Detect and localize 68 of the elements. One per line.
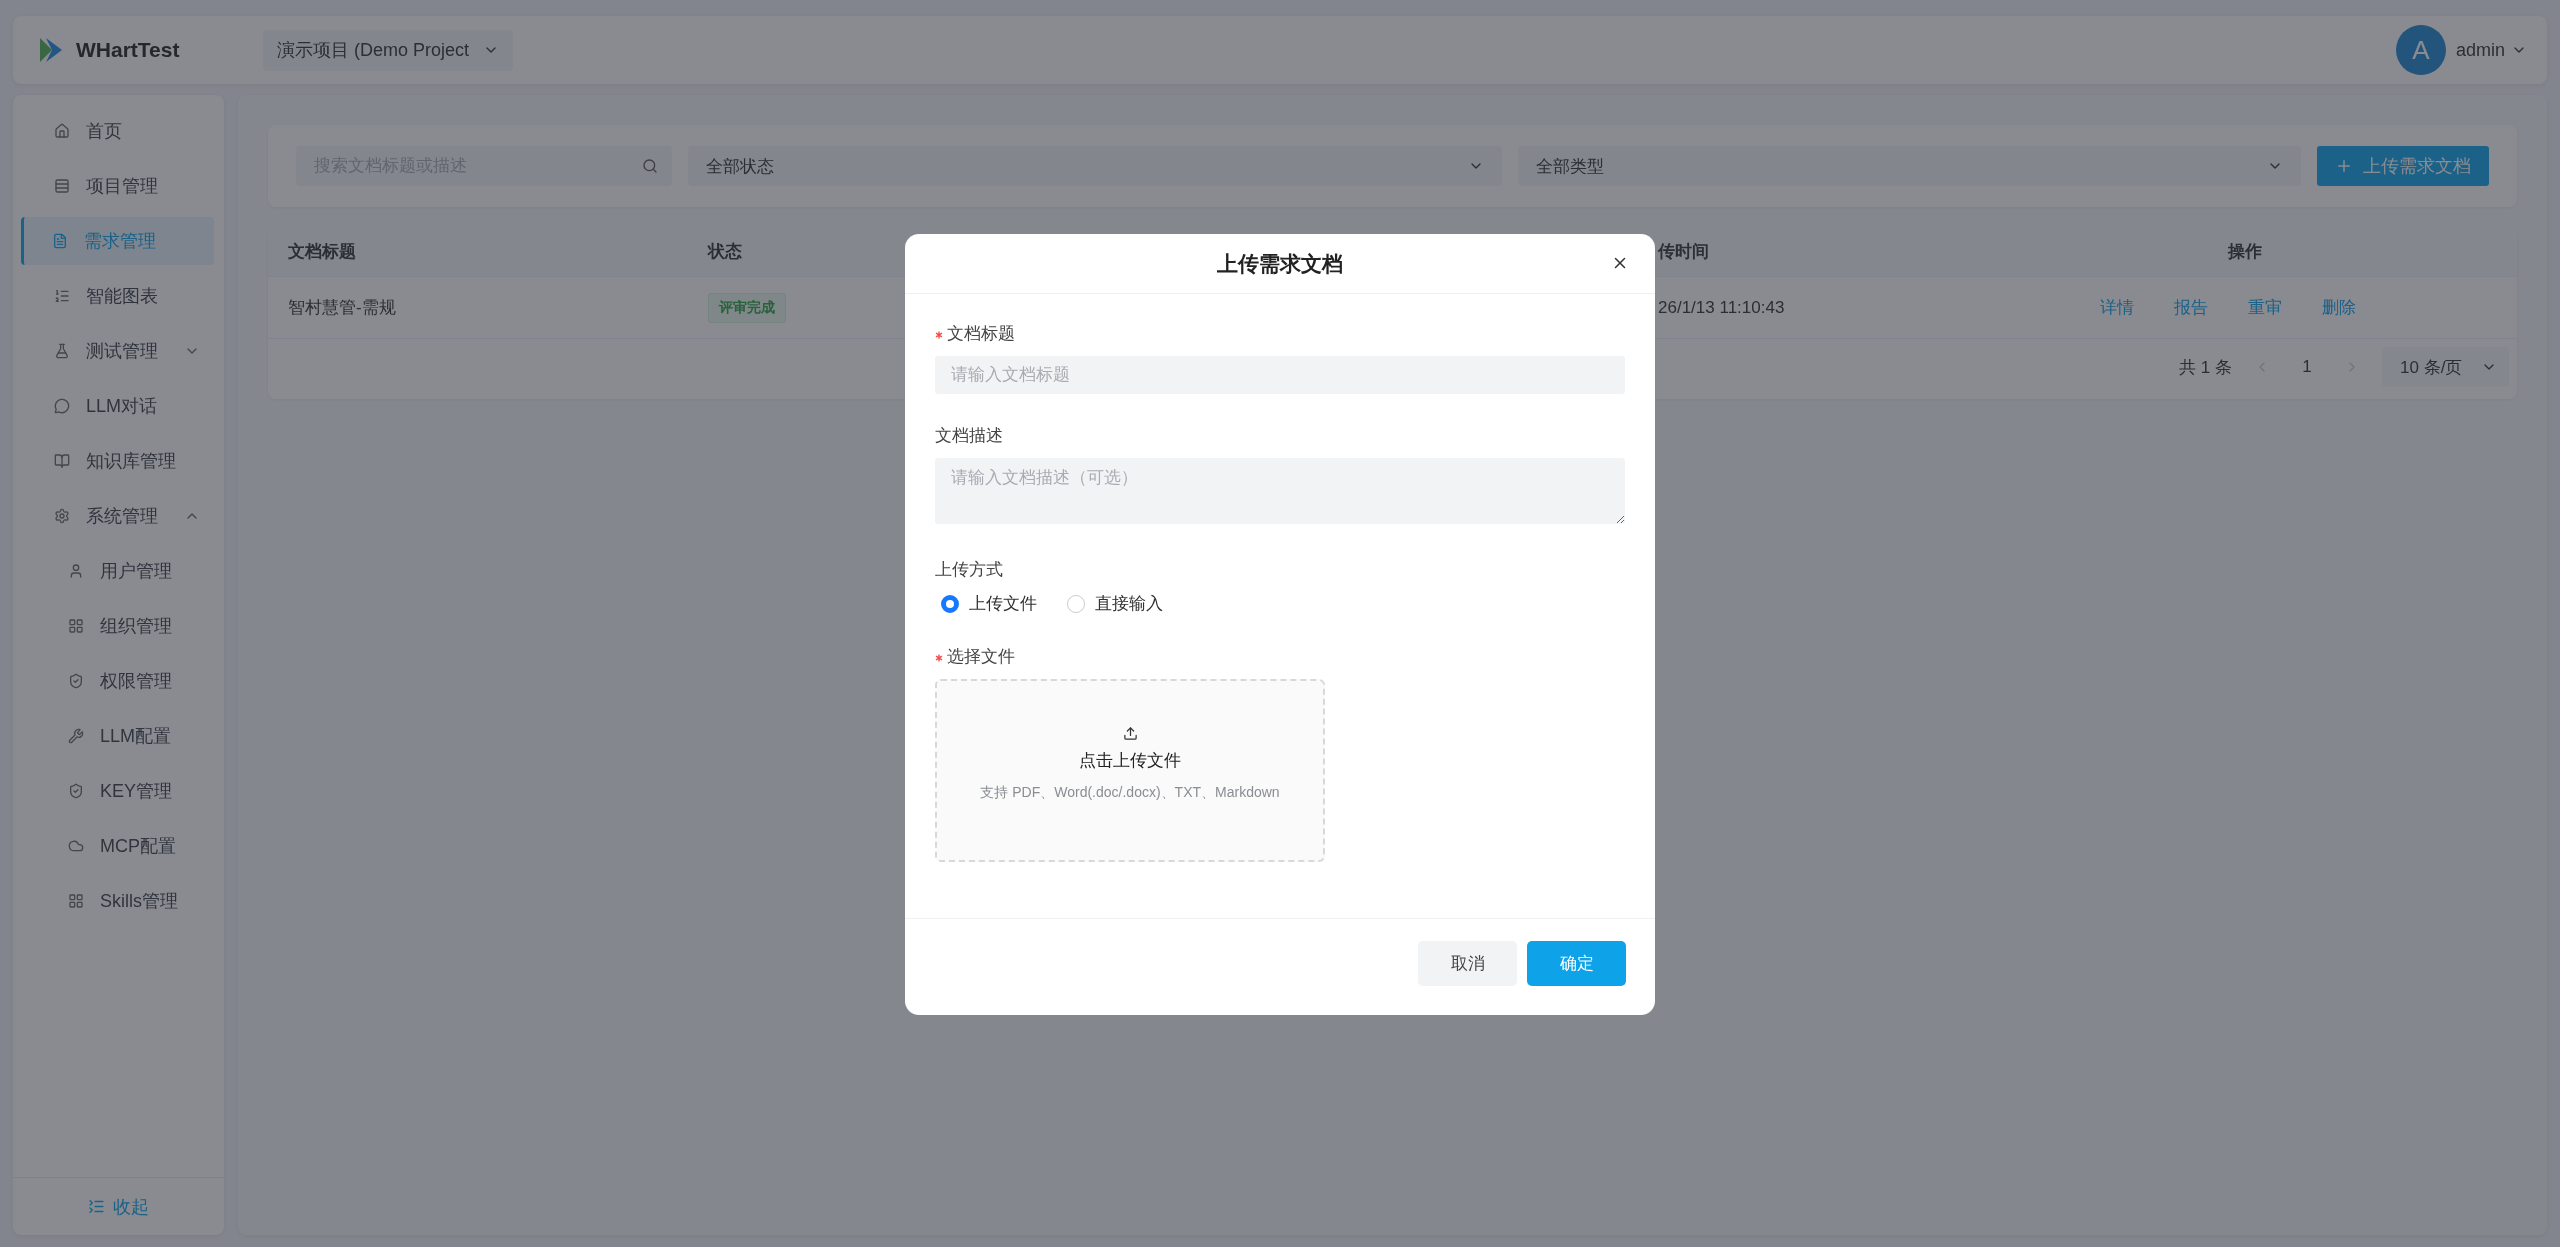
project-select[interactable]: 演示项目 (Demo Project [263,29,514,71]
sidebar-subitem[interactable]: MCP配置 [23,821,214,870]
title-input[interactable]: 请输入文档标题 [935,356,1625,394]
upload-hint: 支持 PDF、Word(.doc/.docx)、TXT、Markdown [980,783,1280,802]
status-tag: 评审完成 [708,292,786,323]
action-link[interactable]: 详情 [2100,296,2134,319]
type-select[interactable]: 全部类型 [1518,146,2301,186]
action-link[interactable]: 重审 [2248,296,2282,319]
search-icon [642,158,658,174]
cancel-button[interactable]: 取消 [1418,940,1517,986]
action-link[interactable]: 删除 [2322,296,2356,319]
sidebar-group[interactable]: 系统管理 [23,491,214,540]
user-menu[interactable]: admin [2455,39,2527,61]
table-cell-text: 智村慧管-需规 [288,297,397,319]
sidebar-icon [54,342,70,359]
sidebar-icon [54,177,70,194]
sidebar-item[interactable]: 智能图表 [23,271,214,320]
sidebar-subitem[interactable]: 权限管理 [23,656,214,705]
description-textarea[interactable]: 请输入文档描述（可选） [935,458,1625,524]
action-link[interactable]: 报告 [2174,296,2208,319]
sidebar-icon [68,782,84,799]
sidebar-subitem[interactable]: Skills管理 [23,876,214,925]
sidebar-group[interactable]: 测试管理 [23,326,214,375]
column-header: 文档标题 [288,241,357,263]
field-label: 上传方式 [935,559,1004,581]
radio-option[interactable]: 上传文件 [941,592,1037,615]
sidebar-subitem[interactable]: 用户管理 [23,546,214,595]
sidebar-icon [68,892,84,909]
collapse-button[interactable]: 收起 [82,1193,155,1220]
sidebar-subitem[interactable]: LLM配置 [23,711,214,760]
sidebar-icon [54,122,70,139]
upload-icon [1122,725,1138,741]
sidebar-item[interactable]: 首页 [23,106,214,155]
sidebar-icon [54,287,70,304]
field-label: 选择文件 [935,645,1625,668]
field-label: 文档描述 [935,425,1004,447]
sidebar-icon [52,232,68,249]
total-count: 共 1 条 [2179,356,2232,379]
page-size-select[interactable]: 10 条/页 [2382,347,2509,387]
sidebar-item[interactable]: 项目管理 [23,161,214,210]
confirm-button[interactable]: 确定 [1527,940,1626,986]
collapse-icon [88,1198,105,1215]
field-label: 文档标题 [935,322,1625,345]
sidebar-icon [68,617,84,634]
plus-icon [2335,157,2353,175]
upload-title: 点击上传文件 [1079,749,1181,772]
column-header: 操作 [2226,241,2263,263]
user-avatar[interactable]: A [2395,25,2446,75]
page-number[interactable]: 1 [2292,356,2322,378]
upload-button[interactable]: 上传需求文档 [2317,146,2489,186]
sidebar-icon [54,452,70,469]
status-select[interactable]: 全部状态 [688,146,1503,186]
radio-option[interactable]: 直接输入 [1067,592,1163,615]
sidebar-item[interactable]: LLM对话 [23,381,214,430]
sidebar-subitem[interactable]: KEY管理 [23,766,214,815]
logo-icon [38,36,64,64]
app-name: WHartTest [76,38,180,62]
dialog-title: 上传需求文档 [1217,250,1343,277]
sidebar-subitem[interactable]: 组织管理 [23,601,214,650]
sidebar-item[interactable]: 知识库管理 [23,436,214,485]
sidebar-icon [54,507,70,524]
table-cell-text: 26/1/13 11:10:43 [1658,297,1786,318]
column-header: 传时间 [1658,241,1710,263]
sidebar-icon [54,397,70,414]
sidebar-icon [68,727,84,744]
sidebar-icon [68,672,84,689]
sidebar-icon [68,562,84,579]
upload-dropzone[interactable]: 点击上传文件 支持 PDF、Word(.doc/.docx)、TXT、Markdown [935,679,1325,862]
